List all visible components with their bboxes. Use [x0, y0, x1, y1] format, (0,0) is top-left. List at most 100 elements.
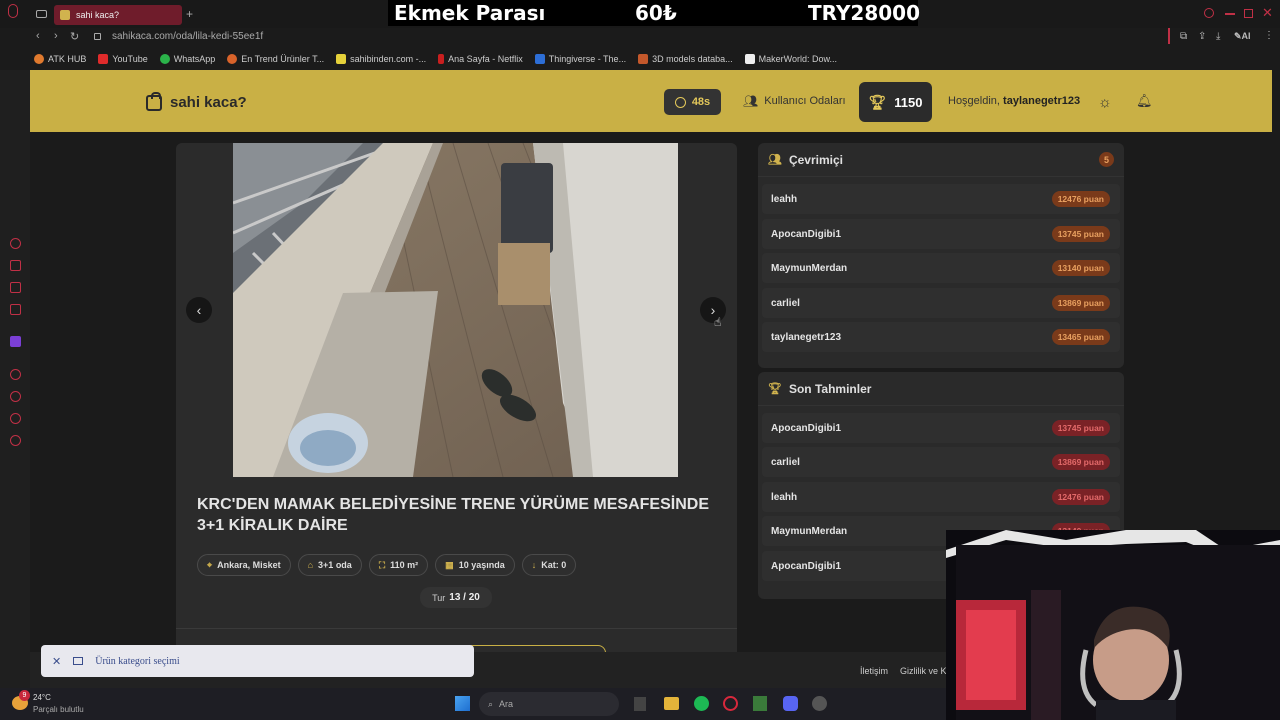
timer-value: 48s: [691, 96, 711, 108]
discord-icon[interactable]: [783, 696, 798, 711]
score-chip[interactable]: 🏆︎ 1150: [859, 82, 932, 122]
ai-icon[interactable]: ✎AI: [1234, 31, 1251, 42]
file-explorer-icon[interactable]: [664, 697, 679, 710]
bookmark-netflix[interactable]: Ana Sayfa - Netflix: [438, 54, 523, 64]
address-bar-row: ‹ › ↻ sahikaca.com/oda/lila-kedi-55ee1f …: [0, 28, 1280, 48]
prev-photo-button[interactable]: ‹: [186, 297, 212, 323]
site-logo[interactable]: sahi kaca?: [146, 91, 247, 111]
search-placeholder: Ara: [499, 699, 514, 709]
menu-icon[interactable]: ⋮: [1264, 30, 1274, 41]
toolbar-divider: [1168, 28, 1170, 44]
sidebar-gaming-icon[interactable]: [10, 282, 21, 293]
en-trend-icon: [227, 54, 238, 64]
card-divider: [176, 628, 737, 629]
area-icon: ⛶: [378, 559, 386, 570]
start-menu-icon[interactable]: [455, 696, 470, 711]
floor-chip: ↓ Kat: 0: [521, 554, 577, 576]
temperature: 24°C: [33, 693, 51, 702]
app-icon[interactable]: [812, 696, 827, 711]
sidebar-bag-icon[interactable]: [10, 260, 21, 271]
sidebar-history-icon[interactable]: [10, 391, 21, 402]
user-rooms-link[interactable]: 👥︎ Kullanıcı Odaları: [743, 94, 846, 108]
online-user-row: taylanegetr123 13465 puan: [762, 322, 1120, 352]
points-badge: 13465 puan: [1051, 329, 1110, 345]
youtube-icon: [98, 54, 109, 64]
weather-notification-badge: 9: [19, 690, 30, 701]
bookmark-3d-models[interactable]: 3D models databa...: [638, 54, 733, 64]
trophy-icon: 🏆︎: [768, 383, 782, 395]
task-view-icon[interactable]: [634, 697, 646, 711]
bookmark-thingiverse[interactable]: Thingiverse - The...: [534, 54, 626, 64]
bookmark-label: sahibinden.com -...: [350, 54, 427, 64]
url-field[interactable]: sahikaca.com/oda/lila-kedi-55ee1f: [112, 31, 263, 42]
spotify-icon[interactable]: [694, 696, 709, 711]
user-name: taylanegetr123: [771, 331, 842, 343]
points-badge: 13140 puan: [1051, 260, 1110, 276]
minecraft-icon[interactable]: [753, 696, 767, 711]
theme-toggle-sun-icon[interactable]: ☼: [1098, 94, 1112, 111]
user-name: carliel: [771, 297, 800, 309]
chip-label: 110 m²: [390, 560, 419, 570]
balcony-photo: [233, 143, 678, 477]
new-tab-button[interactable]: +: [186, 7, 193, 21]
back-icon[interactable]: ‹: [36, 30, 40, 42]
browser-tab[interactable]: sahi kaca?: [54, 5, 182, 25]
bookmark-youtube[interactable]: YouTube: [98, 54, 148, 64]
area-chip: ⛶ 110 m²: [368, 554, 429, 576]
workspaces-icon[interactable]: [36, 10, 47, 18]
online-user-row: leahh 12476 puan: [762, 184, 1120, 214]
thingiverse-icon: [534, 54, 545, 64]
user-name: leahh: [771, 193, 798, 205]
guesses-panel-header: 🏆︎ Son Tahminler: [758, 372, 1124, 406]
users-icon: 👥︎: [743, 94, 759, 108]
stream-donation-banner: Ekmek Parası 60₺ TRY28000: [388, 0, 920, 26]
close-window-icon[interactable]: ✕: [1262, 5, 1273, 21]
chip-label: 3+1 oda: [318, 560, 352, 570]
bookmark-whatsapp[interactable]: WhatsApp: [159, 54, 215, 64]
minimize-icon[interactable]: [1225, 13, 1235, 15]
footer-privacy-link[interactable]: Gizlilik ve K: [900, 666, 947, 676]
timer-chip: 48s: [664, 89, 721, 115]
search-icon[interactable]: [1204, 8, 1214, 18]
location-chip: ⌖ Ankara, Misket: [197, 554, 291, 576]
welcome-text: Hoşgeldin, taylanegetr123: [948, 95, 1080, 107]
round-indicator: Tur 13 / 20: [420, 587, 492, 608]
online-panel-header: 👥︎ Çevrimiçi 5: [758, 143, 1124, 177]
forward-icon[interactable]: ›: [54, 30, 58, 42]
sidebar-settings-icon[interactable]: [10, 435, 21, 446]
bookmark-label: En Trend Ürünler T...: [241, 54, 325, 64]
round-value: 13 / 20: [449, 592, 480, 603]
online-user-row: ApocanDigibi1 13745 puan: [762, 219, 1120, 249]
rooms-chip: ⌂ 3+1 oda: [297, 554, 362, 576]
webcam-feed: [946, 530, 1280, 720]
bookmark-sahibinden[interactable]: sahibinden.com -...: [336, 54, 426, 64]
bookmark-atk-hub[interactable]: ATK HUB: [34, 54, 86, 64]
extensions-icon[interactable]: ⧉: [1180, 31, 1187, 42]
mic-icon[interactable]: [8, 4, 18, 18]
restore-icon[interactable]: [1244, 9, 1253, 18]
netflix-icon: [438, 54, 445, 64]
next-photo-button[interactable]: ›: [700, 297, 726, 323]
bookmark-label: 3D models databa...: [652, 54, 733, 64]
share-icon[interactable]: ⇪: [1198, 31, 1206, 42]
bookmark-label: Ana Sayfa - Netflix: [448, 54, 523, 64]
listing-title: KRC'DEN MAMAK BELEDİYESİNE TRENE YÜRÜME …: [197, 496, 709, 534]
sidebar-m-icon[interactable]: [10, 304, 21, 315]
bookmark-makerworld[interactable]: MakerWorld: Dow...: [744, 54, 837, 64]
download-icon[interactable]: ⤓: [1216, 31, 1220, 42]
taskbar-search[interactable]: ⌕ Ara: [479, 692, 619, 716]
online-users-panel: 👥︎ Çevrimiçi 5 leahh 12476 puan ApocanDig…: [758, 143, 1124, 368]
sidebar-twitch-icon[interactable]: [10, 336, 21, 347]
bookmark-en-trend[interactable]: En Trend Ürünler T...: [227, 54, 324, 64]
sidebar-cube-icon[interactable]: [10, 413, 21, 424]
reload-icon[interactable]: ↻: [70, 30, 79, 43]
sidebar-speed-icon[interactable]: [10, 238, 21, 249]
opera-gx-icon[interactable]: [723, 696, 738, 711]
lock-icon: [94, 33, 101, 40]
stopwatch-icon: [674, 96, 686, 108]
close-toast-icon[interactable]: ✕: [52, 655, 61, 668]
footer-contact-link[interactable]: İletişim: [860, 666, 888, 676]
users-icon: 👥︎: [768, 154, 782, 166]
notifications-bell-icon[interactable]: 🔔︎: [1136, 93, 1153, 109]
sidebar-player-icon[interactable]: [10, 369, 21, 380]
